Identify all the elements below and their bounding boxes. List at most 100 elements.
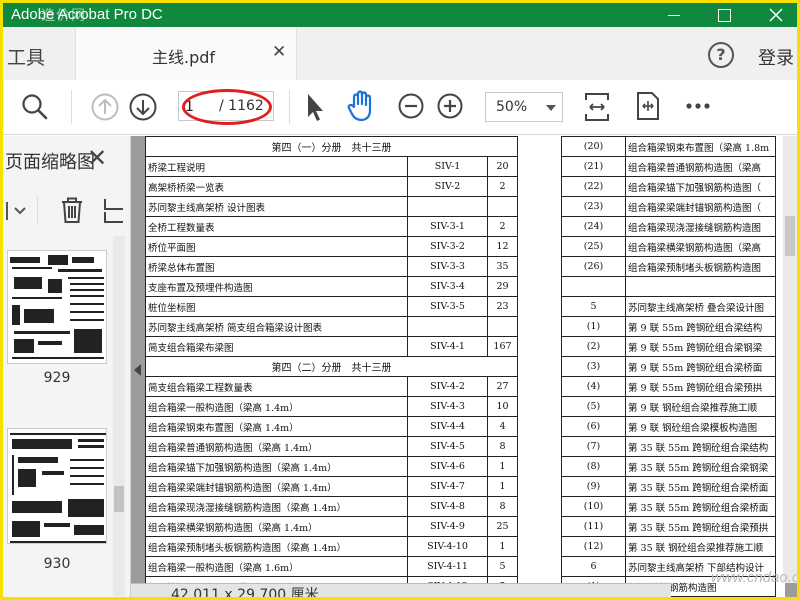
tab-close-icon[interactable]: ✕	[272, 42, 286, 62]
document-scroll-thumb[interactable]	[785, 216, 795, 256]
cell-name: 组合箱梁钢束布置图（梁高 1.8m	[625, 136, 776, 157]
cell-num: (1)	[561, 316, 626, 337]
fit-page-icon[interactable]	[583, 90, 611, 124]
table-row: 组合箱梁一般构造图（梁高 1.4m） SIV-4-3 10	[145, 396, 548, 417]
left-index-table: 第四（一）分册 共十三册 桥梁工程说明 SIV-1 20 高架桥桥梁一览表 SIV-2 2 苏…	[145, 136, 548, 597]
close-thumbnails-icon[interactable]: ✕	[87, 144, 107, 172]
spacer-cell	[518, 157, 548, 177]
tools-tab[interactable]: 工具	[7, 43, 45, 70]
help-icon[interactable]: ?	[708, 42, 734, 68]
cell-code: SIV-1	[407, 156, 488, 177]
document-scrollbar[interactable]	[783, 136, 797, 583]
table-row: (1) 第 9 联 55m 跨钢砼组合梁结构	[561, 316, 776, 337]
table-row: 高架桥桥梁一览表 SIV-2 2	[145, 176, 548, 197]
cell-name: 组合箱梁现浇湿接缝钢筋构造图（梁高 1.4m）	[145, 496, 408, 517]
cell-name: 组合箱梁锚下加强钢筋构造图（	[625, 176, 776, 197]
document-tab-label: 主线.pdf	[152, 48, 216, 67]
table-row: 组合箱梁梁端封锚钢筋构造图（梁高 1.4m） SIV-4-7 1	[145, 476, 548, 497]
cell-code: SIV-4-11	[407, 556, 488, 577]
page-number-input[interactable]	[185, 98, 205, 116]
full-screen-icon[interactable]	[635, 90, 661, 122]
thumbnail-page-number: 930	[43, 556, 71, 572]
thumbnails-title: 页面缩略图	[5, 152, 95, 173]
cell-name: 桩位坐标图	[145, 296, 408, 317]
extract-pages-icon[interactable]	[101, 196, 127, 224]
cell-name: 第 35 联 55m 跨钢砼组合梁桥面	[625, 496, 776, 517]
hand-tool-icon[interactable]	[346, 89, 378, 123]
table-row: (21) 组合箱梁普通钢筋构造图（梁高	[561, 156, 776, 177]
cell-count: 4	[487, 416, 518, 437]
thumbnails-scroll-thumb[interactable]	[114, 486, 124, 512]
previous-page-icon[interactable]	[90, 92, 120, 122]
cell-name: 第 9 联 钢砼组合梁模板构造图	[625, 416, 776, 437]
spacer-cell	[518, 377, 548, 397]
spacer-cell	[518, 537, 548, 557]
spacer-cell	[518, 297, 548, 317]
minimize-button[interactable]	[653, 3, 695, 27]
cell-name: 苏同黎主线高架桥 叠合梁设计图	[625, 296, 776, 317]
cell-name: 第 35 联 55m 跨钢砼组合梁钢梁	[625, 456, 776, 477]
more-options-icon[interactable]	[685, 102, 711, 110]
table-row: (25) 组合箱梁横梁钢筋构造图（梁高	[561, 236, 776, 257]
document-tab[interactable]: 主线.pdf ✕	[75, 27, 297, 80]
login-button[interactable]: 登录	[758, 44, 794, 70]
cell-name: 第 9 联 55m 跨钢砼组合梁桥面	[625, 356, 776, 377]
search-icon[interactable]	[21, 93, 49, 121]
cell-name: 组合箱梁一般构造图（梁高 1.4m）	[145, 396, 408, 417]
close-window-button[interactable]	[755, 3, 797, 27]
close-icon	[769, 8, 783, 22]
section-row: 第四（一）分册 共十三册	[145, 136, 548, 157]
cell-count	[487, 196, 518, 217]
trash-icon[interactable]	[59, 196, 85, 224]
spacer-cell	[518, 257, 548, 277]
table-row: (3) 第 9 联 55m 跨钢砼组合梁桥面	[561, 356, 776, 377]
cell-count: 1	[487, 536, 518, 557]
cell-name: 组合箱梁钢束布置图（梁高 1.4m）	[145, 416, 408, 437]
page-thumbnail-930[interactable]	[7, 428, 107, 544]
table-row: (10) 第 35 联 55m 跨钢砼组合梁桥面	[561, 496, 776, 517]
section-title: 第四（一）分册 共十三册	[145, 136, 518, 157]
next-page-icon[interactable]	[128, 92, 158, 122]
cell-count: 10	[487, 396, 518, 417]
title-bar: Adobe Acrobat Pro DC 造价网	[3, 3, 797, 27]
thumbnail-page-number: 929	[43, 370, 71, 386]
cell-num: (22)	[561, 176, 626, 197]
cell-code: SIV-4-1	[407, 336, 488, 357]
zoom-in-icon[interactable]	[436, 92, 464, 120]
maximize-button[interactable]	[703, 3, 745, 27]
spacer-cell	[518, 237, 548, 257]
thumbnail-tools	[3, 188, 130, 232]
select-cursor-icon[interactable]	[303, 91, 327, 123]
cell-num: (7)	[561, 436, 626, 457]
cell-name: 组合箱梁梁端封锚钢筋构造图（	[625, 196, 776, 217]
table-row: 组合箱梁现浇湿接缝钢筋构造图（梁高 1.4m） SIV-4-8 8	[145, 496, 548, 517]
thumbnails-pane: 页面缩略图 ✕ 929 930	[3, 136, 131, 597]
zoom-dropdown[interactable]: 50%	[485, 92, 563, 122]
cell-code: SIV-4-3	[407, 396, 488, 417]
cell-name: 第 35 联 55m 跨钢砼组合梁预拱	[625, 516, 776, 537]
cell-count	[487, 316, 518, 337]
cell-name: 组合箱梁横梁钢筋构造图（梁高 1.4m）	[145, 516, 408, 537]
table-row: 苏同黎主线高架桥 简支组合箱梁设计图表	[145, 316, 548, 337]
cell-name: 组合箱梁现浇湿接缝钢筋构造图	[625, 216, 776, 237]
cell-name: 第 9 联 55m 跨钢砼组合梁预拱	[625, 376, 776, 397]
cell-name: 简支组合箱梁布梁图	[145, 336, 408, 357]
watermark-text: 造价网	[41, 8, 86, 24]
cell-name: 第 9 联 55m 跨钢砼组合梁钢梁	[625, 336, 776, 357]
cell-count: 1	[487, 476, 518, 497]
status-bar: 42.011 x 29.700 厘米	[131, 583, 671, 597]
cell-num: (2)	[561, 336, 626, 357]
spacer-cell	[518, 137, 548, 157]
zoom-out-icon[interactable]	[397, 92, 425, 120]
cell-num	[561, 276, 626, 297]
table-row: 组合箱梁预制堵头板钢筋构造图（梁高 1.4m） SIV-4-10 1	[145, 536, 548, 557]
cell-num: (11)	[561, 516, 626, 537]
cell-code: SIV-4-9	[407, 516, 488, 537]
spacer-cell	[518, 277, 548, 297]
thumbnail-options-icon[interactable]	[5, 198, 27, 224]
document-view[interactable]: 第四（一）分册 共十三册 桥梁工程说明 SIV-1 20 高架桥桥梁一览表 SIV-2 2 苏…	[131, 136, 797, 597]
page-thumbnail-929[interactable]	[7, 250, 107, 364]
collapse-pane-icon[interactable]	[134, 364, 141, 376]
cell-name: 苏同黎主线高架桥 设计图表	[145, 196, 408, 217]
thumbnails-scrollbar[interactable]	[113, 236, 125, 596]
